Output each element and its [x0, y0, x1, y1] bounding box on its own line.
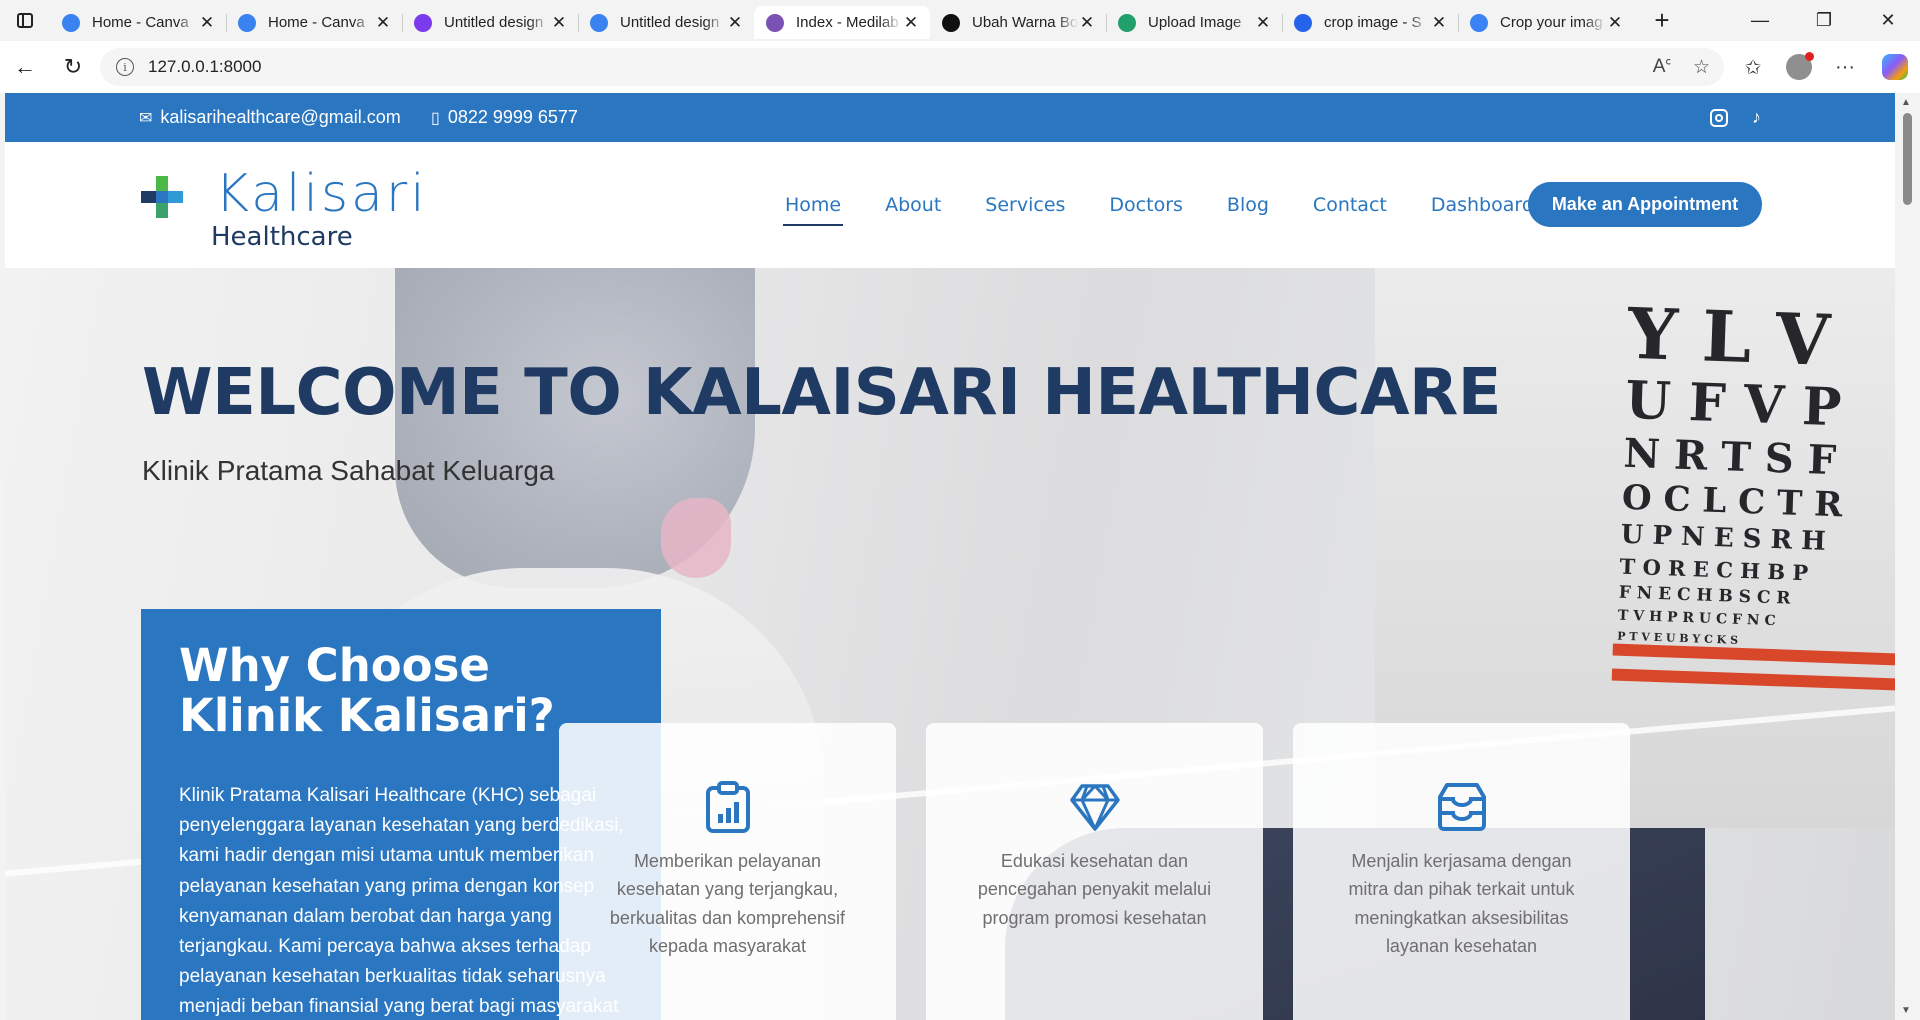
close-tab-icon[interactable]: ✕ [550, 13, 568, 33]
restore-button[interactable]: ❐ [1792, 0, 1856, 41]
feature-card-text: Edukasi kesehatan dan pencegahan penyaki… [977, 851, 1212, 928]
hero-title: WELCOME TO KALAISARI HEALTHCARE [142, 356, 1501, 430]
close-tab-icon[interactable]: ✕ [902, 13, 920, 33]
site-logo[interactable]: Kalisari Healthcare [139, 156, 459, 256]
nav-item-services[interactable]: Services [983, 188, 1067, 222]
hero-bg-mask [661, 498, 731, 578]
make-appointment-button[interactable]: Make an Appointment [1528, 182, 1762, 227]
browser-tab[interactable]: Home - Canva ✕ [226, 6, 402, 39]
heart-icon [1470, 13, 1488, 32]
browser-tab[interactable]: Ubah Warna Bo ✕ [930, 6, 1106, 39]
nav-item-about[interactable]: About [883, 188, 943, 222]
inbox-icon [1437, 783, 1486, 831]
site-header: Kalisari Healthcare Home About Services Doc… [5, 142, 1895, 268]
feature-card: Menjalin kerjasama dengan mitra dan piha… [1293, 723, 1630, 1020]
reload-icon[interactable]: ↻ [50, 47, 96, 87]
feature-card: Edukasi kesehatan dan pencegahan penyaki… [926, 723, 1263, 1020]
browser-tab[interactable]: Upload Image ✕ [1106, 6, 1282, 39]
tab-title: Home - Canva [92, 14, 189, 31]
canva-icon [62, 13, 80, 32]
nav-item-home[interactable]: Home [783, 188, 844, 226]
profile-avatar[interactable] [1786, 52, 1814, 80]
why-choose-title: Why Choose Klinik Kalisari? [179, 639, 555, 742]
instagram-icon[interactable] [1710, 108, 1728, 127]
nav-item-contact[interactable]: Contact [1311, 188, 1389, 222]
page-scrollbar[interactable]: ▲ ▼ [1895, 93, 1920, 1020]
scrollbar-thumb[interactable] [1903, 113, 1912, 205]
read-aloud-icon[interactable]: Aⅽ [1653, 56, 1671, 78]
copilot-icon[interactable] [1882, 54, 1908, 80]
phone-contact[interactable]: ▯ 0822 9999 6577 [431, 93, 578, 142]
contact-topbar: ✉ kalisarihealthcare@gmail.com ▯ 0822 99… [5, 93, 1895, 142]
nav-item-dashboard[interactable]: Dashboard [1429, 188, 1536, 222]
diamond-icon [1069, 784, 1120, 831]
page-viewport: ✉ kalisarihealthcare@gmail.com ▯ 0822 99… [5, 93, 1895, 1020]
tab-title: Ubah Warna Bo [972, 14, 1078, 31]
tab-title: Home - Canva [268, 14, 365, 31]
scroll-down-icon[interactable]: ▼ [1901, 1005, 1911, 1016]
close-tab-icon[interactable]: ✕ [1254, 13, 1272, 33]
browser-tab[interactable]: Crop your imag ✕ [1458, 6, 1634, 39]
close-tab-icon[interactable]: ✕ [1430, 13, 1448, 33]
tab-title: Crop your imag [1500, 14, 1603, 31]
eye-chart-row: T V H P R U C F N C [1617, 607, 1776, 630]
favorites-icon[interactable]: ✩ [1730, 55, 1776, 80]
site-info-icon[interactable]: i [116, 58, 134, 76]
tab-title: Upload Image [1148, 14, 1242, 31]
feature-card-text: Memberikan pelayanan kesehatan yang terj… [609, 851, 846, 956]
clipboard-chart-icon [705, 781, 750, 833]
envelope-icon: ✉ [139, 109, 153, 127]
cross-logo-icon [141, 176, 183, 218]
canva-icon [590, 13, 608, 32]
why-choose-body: Klinik Pratama Kalisari Healthcare (KHC)… [179, 785, 624, 1018]
tab-actions-icon[interactable] [0, 0, 50, 41]
back-arrow-icon[interactable]: ← [2, 47, 48, 87]
browser-tab[interactable]: crop image - S ✕ [1282, 6, 1458, 39]
hero-section: Y L VU F V PN R T S FO C L C T RU P N E … [5, 268, 1895, 1020]
hero-subtitle: Klinik Pratama Sahabat Keluarga [142, 455, 555, 486]
openai-icon [942, 13, 960, 32]
browser-tab[interactable]: Untitled design ✕ [578, 6, 754, 39]
email-text[interactable]: kalisarihealthcare@gmail.com [160, 107, 400, 128]
canva-badge-icon [414, 13, 432, 32]
close-tab-icon[interactable]: ✕ [1606, 13, 1624, 33]
tab-title: crop image - S [1324, 14, 1422, 31]
logo-subtitle: Healthcare [211, 222, 353, 252]
canva-icon [238, 13, 256, 32]
tab-title: Untitled design [620, 14, 720, 31]
browser-tab[interactable]: Home - Canva ✕ [50, 6, 226, 39]
favorite-star-icon[interactable]: ☆ [1693, 56, 1710, 79]
feature-card: Memberikan pelayanan kesehatan yang terj… [559, 723, 896, 1020]
tiktok-icon[interactable]: ♪ [1752, 107, 1761, 128]
browser-toolbar: ← ↻ i 127.0.0.1:8000 Aⅽ ☆ ✩ ··· [0, 41, 1920, 93]
minimize-button[interactable]: — [1728, 0, 1792, 41]
tab-title: Index - Medilab [796, 14, 899, 31]
close-tab-icon[interactable]: ✕ [1078, 13, 1096, 33]
close-tab-icon[interactable]: ✕ [198, 13, 216, 33]
bootstrap-icon [766, 13, 784, 32]
main-nav: Home About Services Doctors Blog Contact Dashb… [783, 142, 1536, 268]
close-tab-icon[interactable]: ✕ [726, 13, 744, 33]
nav-item-doctors[interactable]: Doctors [1107, 188, 1185, 222]
image-upload-icon [1118, 13, 1136, 32]
nav-item-blog[interactable]: Blog [1225, 188, 1271, 222]
scroll-up-icon[interactable]: ▲ [1901, 97, 1911, 108]
address-bar[interactable]: i 127.0.0.1:8000 Aⅽ ☆ [100, 48, 1724, 86]
logo-name: Kalisari [215, 164, 428, 224]
feature-card-text: Menjalin kerjasama dengan mitra dan piha… [1348, 851, 1575, 956]
new-tab-button[interactable]: + [1642, 4, 1682, 37]
phone-text[interactable]: 0822 9999 6577 [448, 107, 578, 128]
url-text[interactable]: 127.0.0.1:8000 [148, 57, 261, 77]
browser-tab-strip: Home - Canva ✕ Home - Canva ✕ Untitled desig… [0, 0, 1920, 41]
close-window-button[interactable]: ✕ [1856, 0, 1920, 41]
browser-tab[interactable]: Index - Medilab ✕ [754, 6, 930, 39]
browser-tab[interactable]: Untitled design ✕ [402, 6, 578, 39]
email-contact[interactable]: ✉ kalisarihealthcare@gmail.com [139, 93, 401, 142]
eye-chart-image: Y L VU F V PN R T S FO C L C T RU P N E … [1588, 268, 1895, 691]
more-menu-icon[interactable]: ··· [1822, 56, 1868, 79]
search-icon [1294, 13, 1312, 32]
close-tab-icon[interactable]: ✕ [374, 13, 392, 33]
tab-title: Untitled design [444, 14, 544, 31]
phone-icon: ▯ [431, 109, 440, 127]
